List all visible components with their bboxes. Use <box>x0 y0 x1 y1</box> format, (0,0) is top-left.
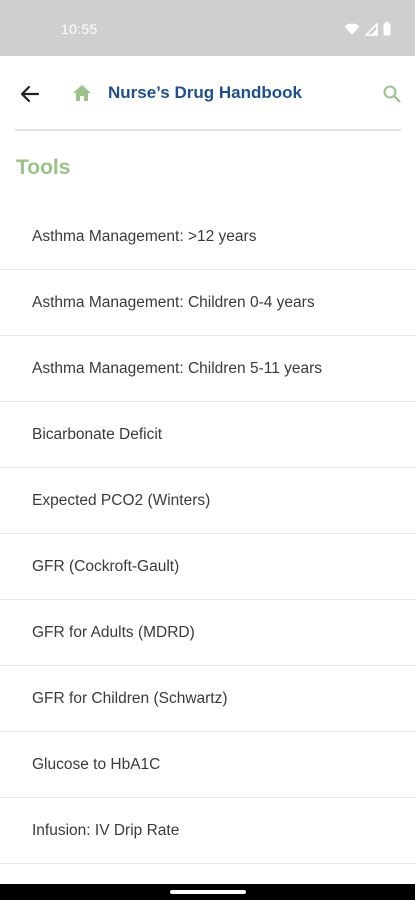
list-item-label: Asthma Management: Children 5-11 years <box>32 359 323 377</box>
list-item[interactable]: Infusion: IV Drip Rate <box>0 798 415 864</box>
list-item[interactable]: Asthma Management: >12 years <box>0 204 415 270</box>
list-item-label: Infusion: IV Drip Rate <box>32 821 180 839</box>
wifi-icon <box>344 23 360 35</box>
list-item-label: Asthma Management: >12 years <box>32 227 257 245</box>
section-title: Tools <box>16 156 71 179</box>
tools-list: Asthma Management: >12 years Asthma Mana… <box>0 204 415 864</box>
back-arrow-icon[interactable] <box>18 82 42 106</box>
list-item[interactable]: Asthma Management: Children 5-11 years <box>0 336 415 402</box>
list-item[interactable]: GFR for Adults (MDRD) <box>0 600 415 666</box>
list-item[interactable]: Asthma Management: Children 0-4 years <box>0 270 415 336</box>
header-divider <box>15 129 401 131</box>
system-nav-bar <box>0 884 415 900</box>
search-icon[interactable] <box>382 84 402 104</box>
list-item-label: GFR (Cockroft-Gault) <box>32 557 180 575</box>
list-item[interactable]: Glucose to HbA1C <box>0 732 415 798</box>
home-icon[interactable] <box>72 84 92 102</box>
status-time: 10:55 <box>61 21 98 37</box>
status-icons <box>344 22 391 36</box>
list-item-label: GFR for Adults (MDRD) <box>32 623 195 641</box>
signal-icon <box>365 22 378 36</box>
battery-icon <box>383 22 391 36</box>
list-item-label: Expected PCO2 (Winters) <box>32 491 211 509</box>
list-item-label: Bicarbonate Deficit <box>32 425 163 443</box>
list-item[interactable]: GFR for Children (Schwartz) <box>0 666 415 732</box>
list-item-label: GFR for Children (Schwartz) <box>32 689 228 707</box>
list-item-label: Asthma Management: Children 0-4 years <box>32 293 315 311</box>
status-bar: 10:55 <box>0 0 415 56</box>
list-item[interactable]: Expected PCO2 (Winters) <box>0 468 415 534</box>
list-item[interactable]: Bicarbonate Deficit <box>0 402 415 468</box>
app-bar: Nurse’s Drug Handbook <box>0 56 415 130</box>
list-item-label: Glucose to HbA1C <box>32 755 161 773</box>
app-title: Nurse’s Drug Handbook <box>108 83 302 102</box>
home-gesture-handle[interactable] <box>170 890 246 894</box>
list-item[interactable]: GFR (Cockroft-Gault) <box>0 534 415 600</box>
